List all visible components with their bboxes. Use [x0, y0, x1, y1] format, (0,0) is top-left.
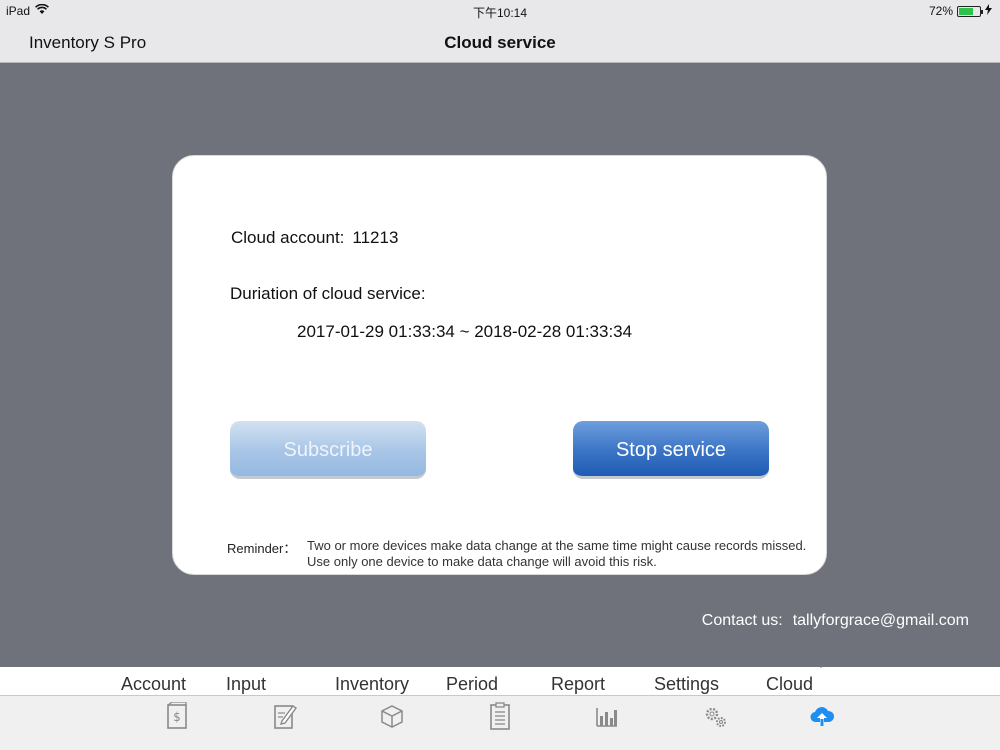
gears-icon[interactable] [703, 702, 727, 730]
dollar-document-icon[interactable]: $ [165, 702, 189, 730]
cloud-upload-icon[interactable] [810, 702, 834, 730]
battery-percent: 72% [928, 4, 953, 18]
cloud-account-line: Cloud account: 11213 [231, 228, 398, 248]
active-tab-pointer [815, 661, 827, 668]
tab-label-cloud[interactable]: Cloud [766, 674, 876, 695]
duration-label: Duriation of cloud service: [230, 284, 426, 303]
reminder-text: Two or more devices make data change at … [307, 538, 807, 569]
cloud-service-card: Cloud account: 11213 Duriation of cloud s… [172, 155, 827, 575]
tab-label-period[interactable]: Period [446, 674, 556, 695]
status-bar: iPad 下午10:14 72% [0, 0, 1000, 22]
stop-service-button[interactable]: Stop service [573, 421, 769, 479]
reminder-label: Reminder： [227, 541, 297, 556]
status-right: 72% [929, 4, 992, 18]
tab-label-inventory[interactable]: Inventory [335, 674, 445, 695]
cloud-account-value: 11213 [352, 228, 399, 247]
contact-email[interactable]: tallyforgrace@gmail.com [793, 612, 969, 629]
subscribe-button[interactable]: Subscribe [230, 421, 426, 479]
svg-text:$: $ [173, 710, 181, 724]
box-icon[interactable] [380, 702, 404, 730]
tab-label-settings[interactable]: Settings [654, 674, 764, 695]
tab-label-report[interactable]: Report [551, 674, 661, 695]
contact-info: Contact us: tallyforgrace@gmail.com [702, 612, 969, 630]
edit-icon[interactable] [273, 702, 297, 730]
battery-icon [957, 5, 983, 17]
status-time: 下午10:14 [472, 6, 528, 20]
contact-label: Contact us: [701, 612, 783, 629]
tab-label-input[interactable]: Input [226, 674, 336, 695]
charging-bolt-icon [985, 4, 992, 18]
cloud-account-label: Cloud account: [231, 228, 345, 247]
page-title: Cloud service [444, 33, 556, 52]
duration-value: 2017-01-29 01:33:34 ~ 2018-02-28 01:33:3… [297, 322, 633, 341]
nav-bar: Inventory S Pro Cloud service [0, 22, 1000, 63]
clipboard-icon[interactable] [488, 702, 512, 730]
tab-label-account[interactable]: Account [121, 674, 231, 695]
battery-fill [959, 7, 974, 15]
bar-chart-icon[interactable] [595, 702, 619, 730]
